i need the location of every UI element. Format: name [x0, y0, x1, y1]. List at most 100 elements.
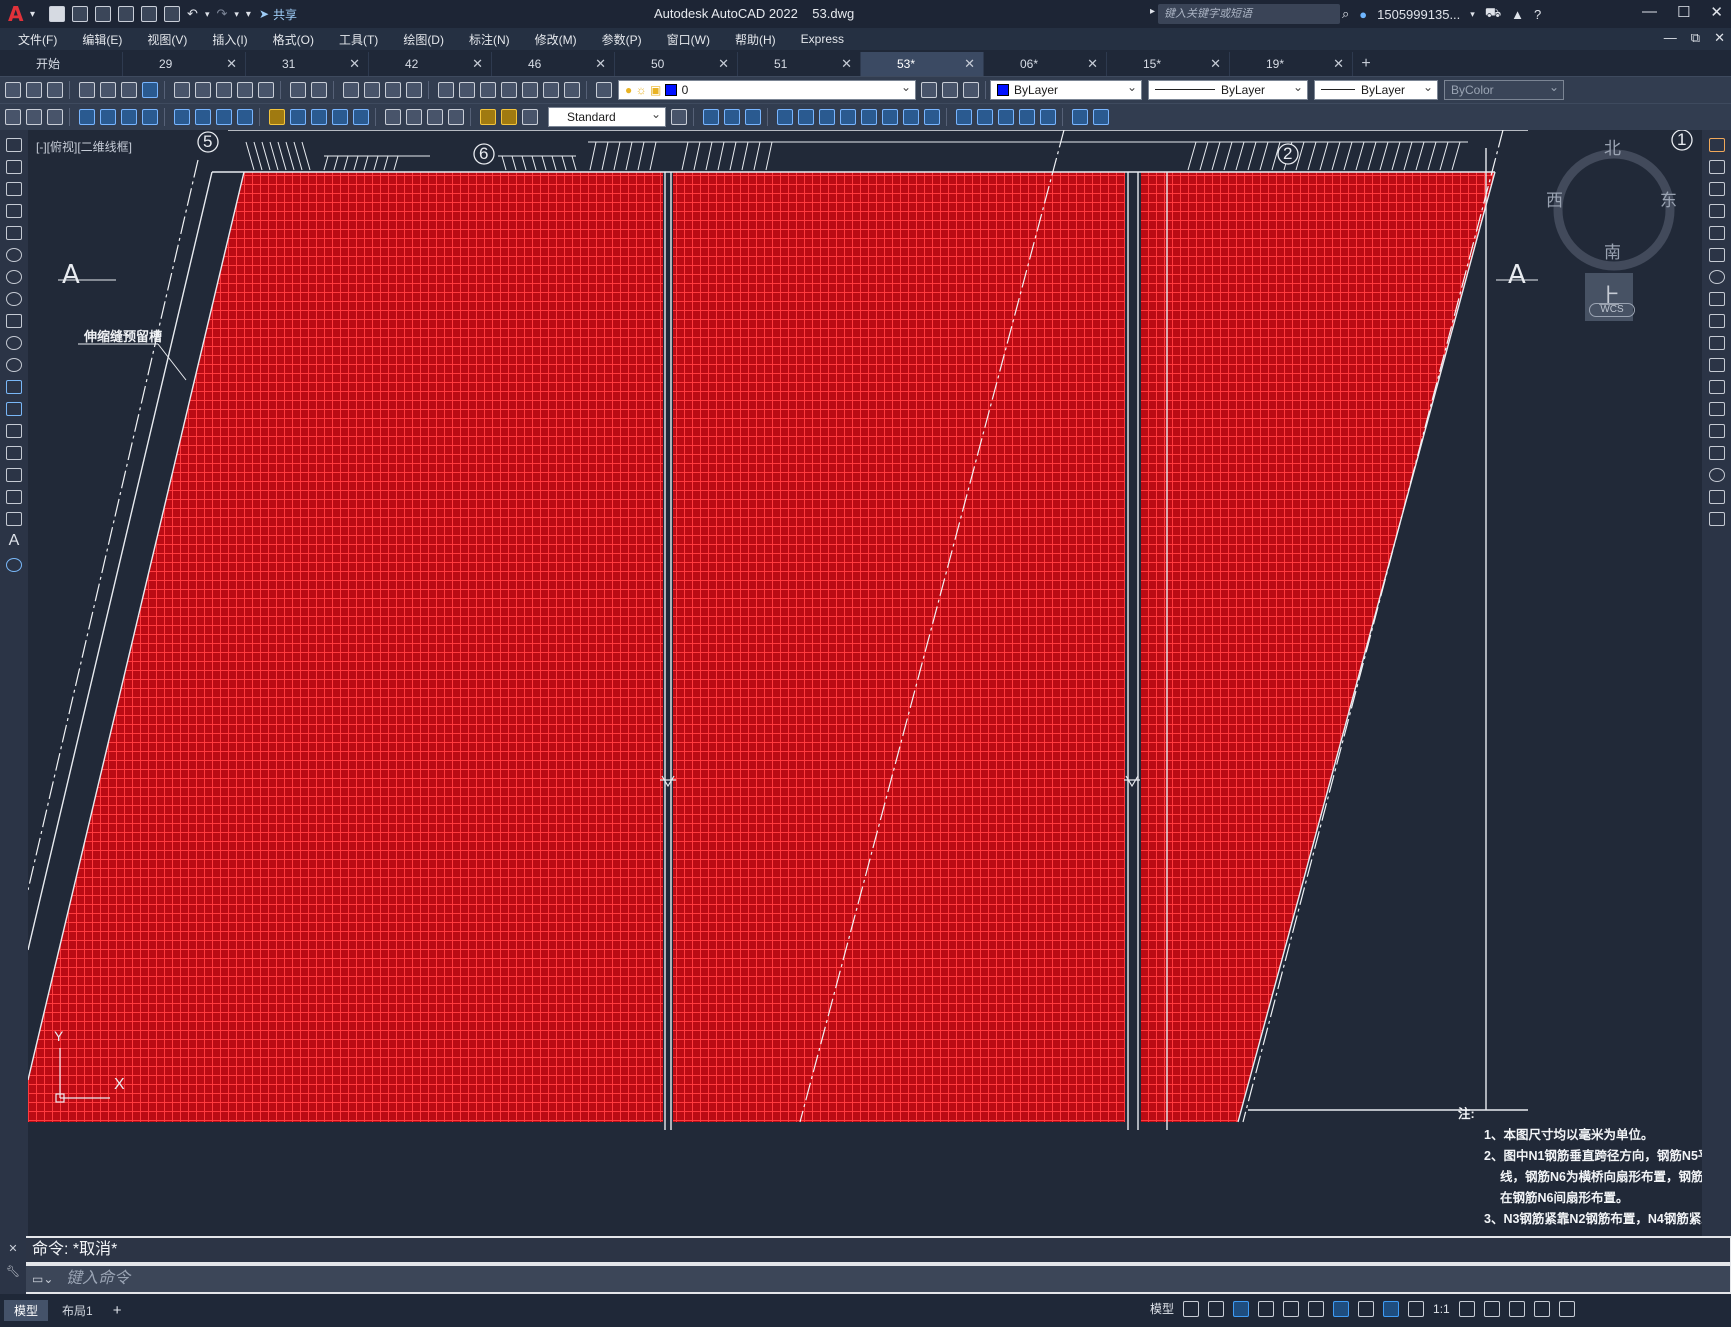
continue-icon[interactable]	[311, 109, 327, 125]
search-expand-icon[interactable]: ▸	[1150, 6, 1155, 17]
new-file-icon[interactable]	[49, 6, 66, 22]
intersect-icon[interactable]	[745, 109, 761, 125]
arc-length-icon[interactable]	[121, 109, 137, 125]
spline-icon[interactable]	[6, 314, 22, 328]
line-icon[interactable]	[6, 138, 22, 152]
tab-29[interactable]: 29 ✕	[123, 52, 246, 76]
text-style-dropdown[interactable]: Standard	[548, 105, 666, 127]
subtract-icon[interactable]	[724, 109, 740, 125]
angular-icon[interactable]	[237, 109, 253, 125]
explode-icon[interactable]	[1708, 512, 1725, 526]
share-button[interactable]: ➤ 共享	[259, 6, 297, 23]
move-icon[interactable]	[1708, 248, 1725, 262]
wcs-menu[interactable]: WCS	[1589, 303, 1635, 317]
zoom-previous-icon[interactable]	[406, 82, 422, 98]
zoom-realtime-icon[interactable]	[364, 82, 380, 98]
close-tab-icon[interactable]: ✕	[718, 52, 729, 76]
annotation-visibility-icon[interactable]	[1383, 1300, 1400, 1317]
close-tab-icon[interactable]: ✕	[1210, 52, 1221, 76]
arc-icon[interactable]	[6, 248, 22, 262]
menu-parametric[interactable]: 参数(P)	[602, 31, 642, 48]
account-chevron-icon[interactable]: ▾	[1470, 9, 1475, 20]
close-tab-icon[interactable]: ✕	[964, 52, 975, 76]
add-layout-icon[interactable]: +	[113, 1302, 122, 1319]
delete-faces-icon[interactable]	[840, 109, 856, 125]
array-icon[interactable]	[1708, 226, 1725, 240]
polyline-icon[interactable]	[6, 182, 22, 196]
menu-file[interactable]: 文件(F)	[18, 31, 57, 48]
move-faces-icon[interactable]	[798, 109, 814, 125]
clean-icon[interactable]	[1019, 109, 1035, 125]
user-icon[interactable]: ●	[1359, 7, 1367, 22]
layer-state-icon[interactable]	[963, 82, 979, 98]
tab-50[interactable]: 50 ✕	[615, 52, 738, 76]
zoom-window-icon[interactable]	[385, 82, 401, 98]
autocad-logo-icon[interactable]: A	[8, 4, 26, 24]
dim-text-edit-icon[interactable]	[501, 109, 517, 125]
cut-icon[interactable]	[174, 82, 190, 98]
tool-palettes-icon[interactable]	[480, 82, 496, 98]
web-open-icon[interactable]	[141, 6, 158, 22]
dim-style-icon[interactable]	[47, 109, 63, 125]
close-tab-icon[interactable]: ✕	[1333, 52, 1344, 76]
offset-icon[interactable]	[1708, 204, 1725, 218]
check-icon[interactable]	[1093, 109, 1109, 125]
undo-icon[interactable]	[290, 82, 306, 98]
customize-command-icon[interactable]: 🔧︎	[0, 1265, 26, 1278]
insert-block-icon[interactable]	[6, 380, 22, 394]
help-icon[interactable]: ?	[1534, 7, 1541, 22]
ellipse-arc-icon[interactable]	[6, 358, 22, 372]
workspace-switch-icon[interactable]	[1458, 1300, 1475, 1317]
menu-view[interactable]: 视图(V)	[147, 31, 187, 48]
copy-faces-icon[interactable]	[903, 109, 919, 125]
blend-curves-icon[interactable]	[1708, 490, 1725, 504]
extend-icon[interactable]	[1708, 358, 1725, 372]
polar-icon[interactable]	[1258, 1300, 1275, 1317]
join-icon[interactable]	[1708, 424, 1725, 438]
search-input[interactable]: 键入关键字或短语	[1158, 4, 1340, 24]
union-icon[interactable]	[703, 109, 719, 125]
menu-edit[interactable]: 编辑(E)	[82, 31, 122, 48]
paste-icon[interactable]	[216, 82, 232, 98]
imprint-icon[interactable]	[998, 109, 1014, 125]
auto-scale-icon[interactable]	[1408, 1300, 1425, 1317]
rectangle-icon[interactable]	[6, 226, 22, 240]
isolate-objects-icon[interactable]	[1508, 1300, 1525, 1317]
extrude-faces-icon[interactable]	[777, 109, 793, 125]
diameter-icon[interactable]	[216, 109, 232, 125]
search-icon[interactable]: ⌕	[1342, 6, 1349, 22]
trim-icon[interactable]	[1708, 336, 1725, 350]
make-current-icon[interactable]	[921, 82, 937, 98]
close-tab-icon[interactable]: ✕	[1087, 52, 1098, 76]
command-line-grip[interactable]: ✕ 🔧︎	[0, 1236, 26, 1294]
tab-19[interactable]: 19* ✕	[1230, 52, 1353, 76]
properties-icon[interactable]	[438, 82, 454, 98]
mirror-icon[interactable]	[1708, 182, 1725, 196]
layer-dropdown[interactable]: ● ☼ ▣ 0	[618, 78, 916, 100]
open-icon[interactable]	[26, 82, 42, 98]
aligned-dim-icon[interactable]	[100, 109, 116, 125]
save-icon[interactable]	[47, 82, 63, 98]
rotate-icon[interactable]	[1708, 270, 1725, 284]
revision-cloud-icon[interactable]	[6, 292, 22, 306]
hatch-icon[interactable]	[6, 446, 22, 460]
polygon-icon[interactable]	[6, 204, 22, 218]
center-mark-icon[interactable]	[406, 109, 422, 125]
construction-line-icon[interactable]	[6, 160, 22, 174]
markup-icon[interactable]	[522, 82, 538, 98]
tab-06[interactable]: 06* ✕	[984, 52, 1107, 76]
tolerance-icon[interactable]	[385, 109, 401, 125]
add-selected-icon[interactable]	[6, 558, 22, 572]
copy-edges-icon[interactable]	[956, 109, 972, 125]
lineweight-icon[interactable]	[1358, 1300, 1375, 1317]
linear-dim-icon[interactable]	[79, 109, 95, 125]
break-icon[interactable]	[1708, 402, 1725, 416]
viewcube-north[interactable]: 北	[1604, 134, 1621, 159]
rotate-faces-icon[interactable]	[861, 109, 877, 125]
isodraft-icon[interactable]	[1283, 1300, 1300, 1317]
redo-icon[interactable]: ↷	[216, 6, 227, 22]
publish-icon[interactable]	[121, 82, 137, 98]
app-menu-chevron-icon[interactable]: ▾	[30, 9, 35, 20]
tab-51[interactable]: 51 ✕	[738, 52, 861, 76]
baseline-icon[interactable]	[290, 109, 306, 125]
